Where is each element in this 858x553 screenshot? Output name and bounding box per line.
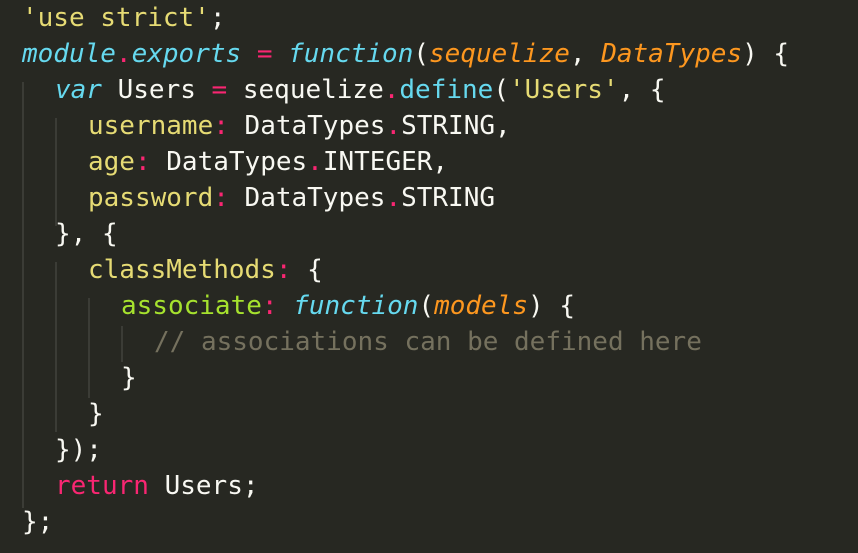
function-name-associate: associate [121,291,262,321]
paren-token: ( [413,39,430,69]
code-line-1: 'use strict'; [22,0,226,36]
property-age: age [88,147,135,177]
colon-token: : [134,147,151,177]
code-line-2: module.exports = function(sequelize, Dat… [22,36,789,72]
dot-token: . [383,75,400,105]
method-define: define [399,75,494,105]
indent-guide [121,326,123,362]
identifier-users: Users [101,75,212,105]
indent-guide [88,298,90,398]
comma-token: , [495,111,511,141]
code-line-13: }); [55,432,102,468]
string-token: 'use strict' [22,3,210,33]
param-sequelize: sequelize [429,39,570,69]
param-models: models [434,291,529,321]
comma-brace-token: , { [618,75,666,105]
identifier-sequelize: sequelize [227,75,384,105]
dot-token: . [115,39,132,69]
param-datatypes: DataTypes [601,39,743,69]
string-users: 'Users' [508,75,619,105]
indent-guide [55,118,57,226]
assign-operator: = [211,75,228,105]
var-keyword: var [55,75,102,105]
type-string: STRING [401,183,496,213]
code-line-12: } [88,396,104,432]
colon-token: : [261,291,278,321]
code-line-6: password: DataTypes.STRING [88,180,495,216]
colon-token: : [275,255,292,285]
colon-token: : [213,111,229,141]
code-line-10: // associations can be defined here [154,324,702,360]
comment-token: // associations can be defined here [154,327,702,357]
code-line-5: age: DataTypes.INTEGER, [88,144,448,180]
brace-token: { [291,255,323,285]
paren-token: ( [493,75,509,105]
indent-guide [22,82,24,508]
return-keyword: return [55,471,149,501]
code-line-9: associate: function(models) { [121,288,575,324]
close-token: }; [22,507,54,537]
identifier-datatypes: DataTypes [150,147,308,177]
dot-token: . [385,111,402,141]
dot-token: . [307,147,323,177]
code-line-11: } [121,360,137,396]
type-integer: INTEGER [322,147,433,177]
code-line-7: }, { [55,216,118,252]
function-keyword: function [293,291,419,321]
code-line-15: }; [22,504,53,540]
comma-token: , [569,39,602,69]
comma-token: , [432,147,449,177]
identifier-users: Users; [148,471,259,501]
function-keyword: function [288,39,414,69]
assign-operator: = [256,39,273,69]
code-line-8: classMethods: { [88,252,323,288]
module-token: module [22,39,116,69]
code-line-3: var Users = sequelize.define('Users', { [55,72,666,108]
code-line-14: return Users; [55,468,259,504]
paren-token: ( [418,291,435,321]
type-string: STRING [401,111,496,141]
close-token: }); [55,435,102,465]
code-editor[interactable]: 'use strict'; module.exports = function(… [0,0,858,553]
indent-guide [55,262,57,432]
brace-token: } [88,399,104,429]
paren-brace-token: ) { [528,291,575,321]
property-password: password [88,183,214,213]
paren-brace-token: ) { [742,39,790,69]
identifier-datatypes: DataTypes [228,111,386,141]
code-line-4: username: DataTypes.STRING, [88,108,511,144]
dot-token: . [385,183,402,213]
colon-token: : [213,183,229,213]
identifier-datatypes: DataTypes [228,183,386,213]
property-classmethods: classMethods [88,255,276,285]
brace-token: }, { [55,219,118,249]
punctuation-token: ; [209,3,226,33]
property-username: username [88,111,214,141]
brace-token: } [121,363,137,393]
exports-token: exports [131,39,242,69]
